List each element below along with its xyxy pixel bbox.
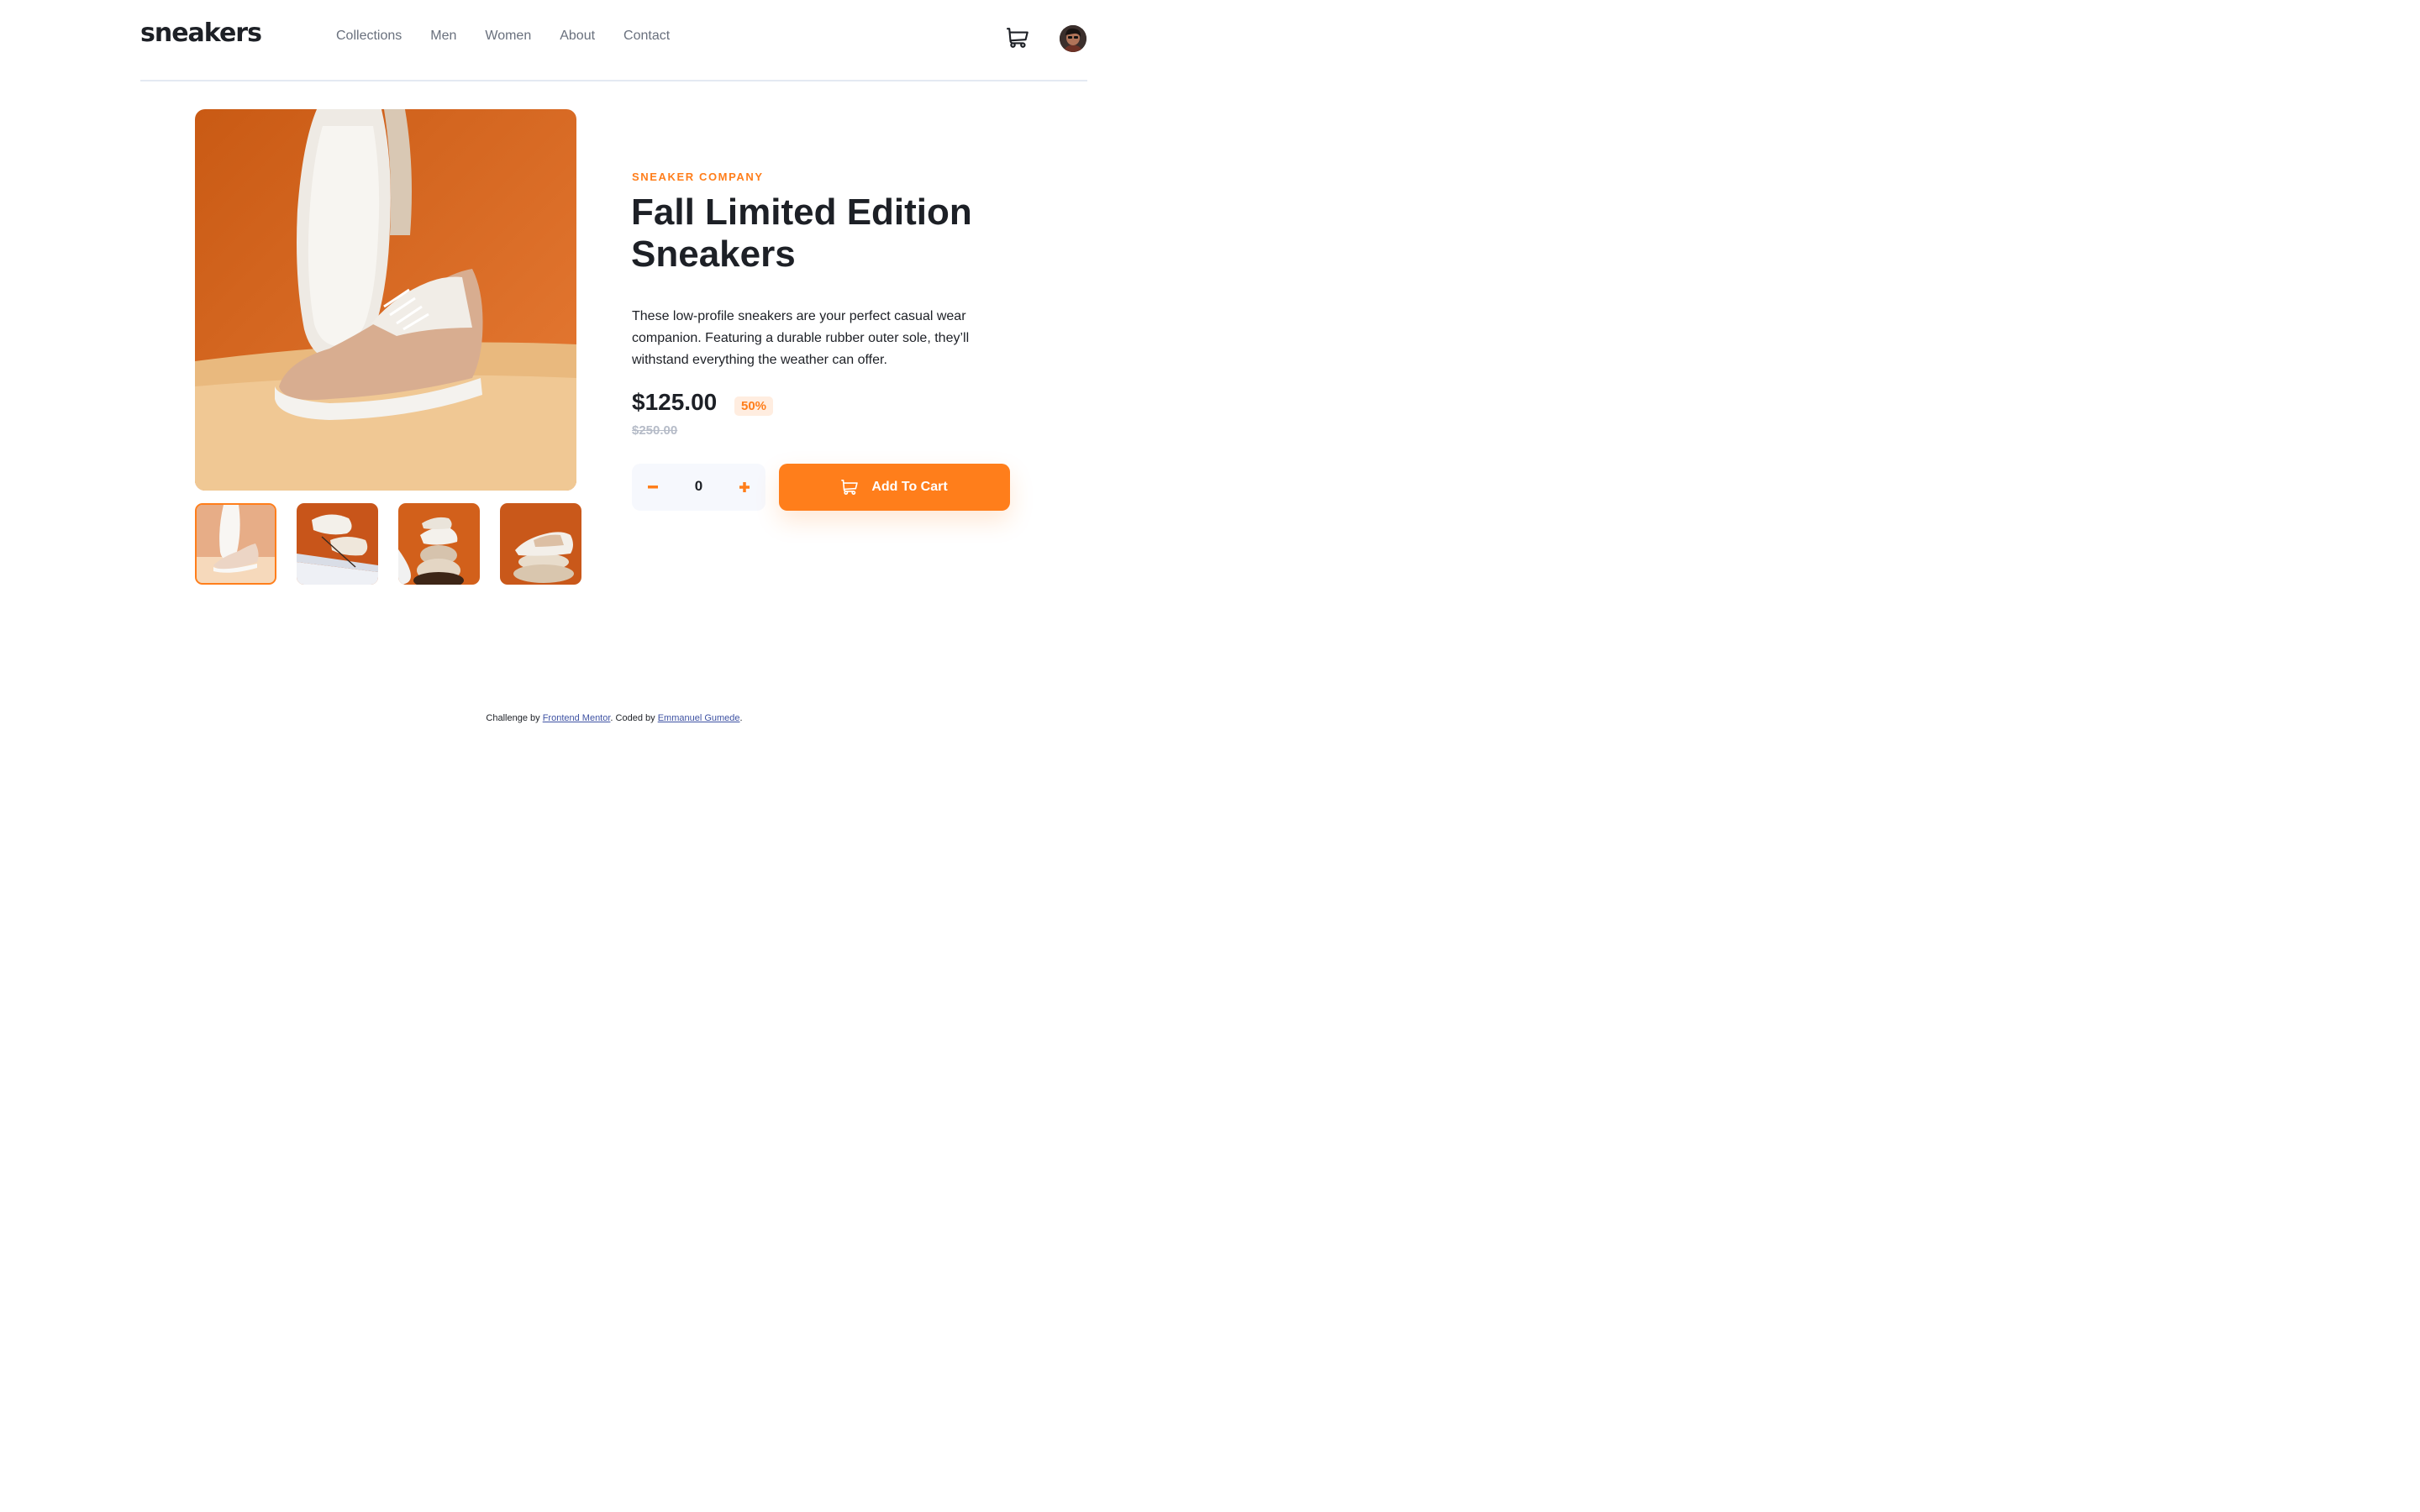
- avatar[interactable]: [1060, 25, 1086, 52]
- minus-icon: [648, 486, 658, 489]
- thumbnail-2[interactable]: [297, 503, 378, 585]
- cart-icon: [841, 480, 859, 495]
- footer-suffix: .: [739, 713, 743, 723]
- product-main-image[interactable]: [195, 109, 576, 491]
- product-description: These low-profile sneakers are your perf…: [632, 309, 970, 367]
- add-to-cart-label: Add To Cart: [871, 480, 948, 494]
- nav-women[interactable]: Women: [485, 29, 531, 44]
- logo[interactable]: sneakers: [140, 18, 262, 48]
- footer-coded-text: . Coded by: [610, 713, 655, 723]
- nav-men[interactable]: Men: [430, 29, 456, 44]
- site-header: sneakers Collections Men Women About Con…: [140, 0, 1087, 81]
- frontend-mentor-link[interactable]: Frontend Mentor: [543, 713, 611, 723]
- thumbnail-1[interactable]: [195, 503, 276, 585]
- product-title: Fall Limited Edition Sneakers: [631, 192, 972, 275]
- discount-badge: 50%: [734, 396, 774, 416]
- attribution-footer: Challenge by Frontend Mentor. Coded by E…: [0, 713, 1228, 723]
- decrease-quantity-button[interactable]: [632, 464, 674, 511]
- thumbnail-strip: [195, 503, 581, 585]
- increase-quantity-button[interactable]: [723, 464, 765, 511]
- original-price: $250.00: [632, 423, 678, 438]
- author-link[interactable]: Emmanuel Gumede: [658, 713, 740, 723]
- nav-about[interactable]: About: [560, 29, 595, 44]
- add-to-cart-button[interactable]: Add To Cart: [779, 464, 1010, 511]
- company-label: SNEAKER COMPANY: [632, 171, 764, 183]
- nav-contact[interactable]: Contact: [623, 29, 670, 44]
- quantity-value: 0: [694, 478, 703, 494]
- cart-icon[interactable]: [1007, 27, 1028, 49]
- footer-challenge-text: Challenge by: [486, 713, 540, 723]
- nav-collections[interactable]: Collections: [336, 29, 402, 44]
- thumbnail-3[interactable]: [398, 503, 480, 585]
- thumbnail-4[interactable]: [500, 503, 581, 585]
- plus-icon: [739, 482, 750, 492]
- quantity-stepper: 0: [632, 464, 765, 511]
- main-nav: Collections Men Women About Contact: [336, 29, 670, 44]
- current-price: $125.00: [632, 389, 718, 415]
